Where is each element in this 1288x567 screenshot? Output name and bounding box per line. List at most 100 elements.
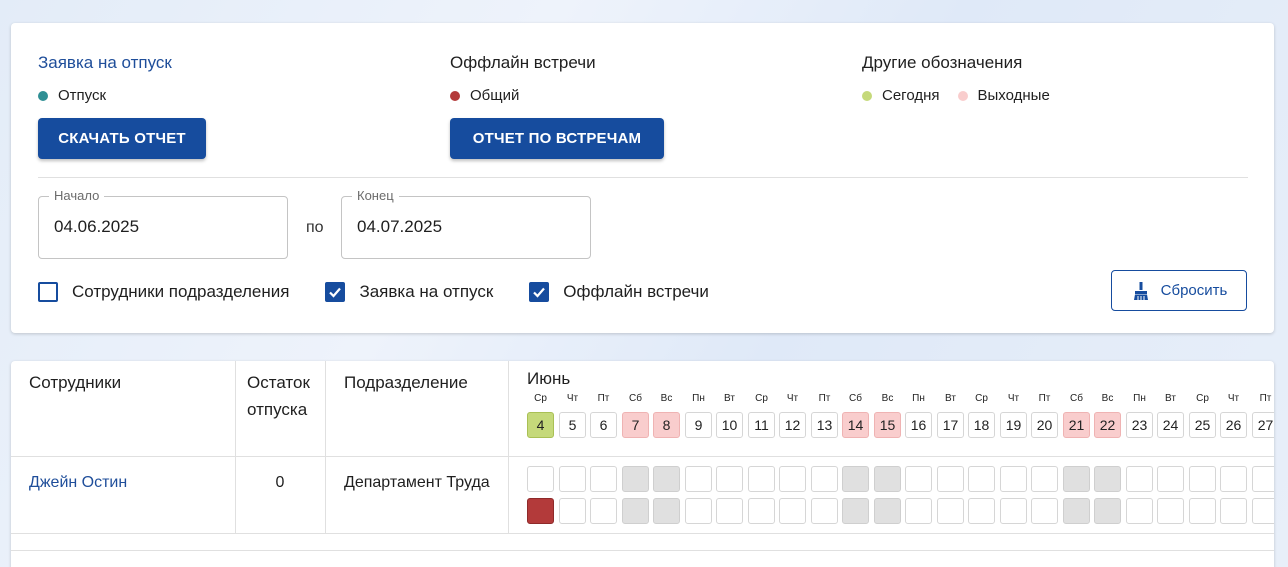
vacation-cell[interactable] — [1157, 466, 1184, 492]
vacation-cell[interactable] — [1031, 466, 1058, 492]
legend-vacation: Заявка на отпуск Отпуск — [38, 53, 172, 104]
meeting-cell[interactable] — [685, 498, 712, 524]
vacation-cell[interactable] — [811, 466, 838, 492]
day-number-cell: 14 — [842, 412, 869, 438]
vacation-cell[interactable] — [874, 466, 901, 492]
vacation-cell[interactable] — [590, 466, 617, 492]
vacation-cell[interactable] — [685, 466, 712, 492]
meeting-cell[interactable] — [1126, 498, 1153, 524]
reset-button[interactable]: Сбросить — [1111, 270, 1247, 311]
day-number-cell: 11 — [748, 412, 775, 438]
meeting-cell[interactable] — [527, 498, 554, 524]
meeting-cell[interactable] — [1220, 498, 1247, 524]
legend-other-title: Другие обозначения — [862, 53, 1023, 72]
legend-meetings: Оффлайн встречи Общий — [450, 53, 596, 104]
vacation-cell[interactable] — [1252, 466, 1274, 492]
vacation-cell[interactable] — [716, 466, 743, 492]
start-date-field[interactable]: Начало 04.06.2025 — [38, 188, 288, 259]
day-of-week-label: Пт — [597, 393, 610, 404]
vacation-cell[interactable] — [559, 466, 586, 492]
schedule-table: Сотрудники Остаток отпуска Подразделение… — [11, 361, 1274, 567]
column-divider — [508, 361, 509, 533]
vacation-cell[interactable] — [1126, 466, 1153, 492]
day-number-cell: 5 — [559, 412, 586, 438]
day-number-cell: 17 — [937, 412, 964, 438]
day-of-week-label: Пн — [1133, 393, 1146, 404]
meeting-cell[interactable] — [716, 498, 743, 524]
meeting-cell[interactable] — [811, 498, 838, 524]
today-dot-icon — [862, 90, 872, 101]
checkbox-checked-icon[interactable] — [529, 282, 550, 302]
legend-today-label: Сегодня — [882, 87, 940, 104]
start-date-value[interactable]: 04.06.2025 — [54, 217, 139, 237]
meeting-cell[interactable] — [559, 498, 586, 524]
day-of-week-label: Вт — [945, 393, 956, 404]
vacation-cell[interactable] — [748, 466, 775, 492]
day-of-week-label: Ср — [755, 393, 768, 404]
employee-name-link[interactable]: Джейн Остин — [29, 474, 127, 492]
vacation-dot-icon — [38, 90, 48, 101]
legend-vacation-title[interactable]: Заявка на отпуск — [38, 53, 172, 73]
vacation-cell[interactable] — [842, 466, 869, 492]
meeting-cell[interactable] — [653, 498, 680, 524]
meeting-cell[interactable] — [590, 498, 617, 524]
checkbox-unchecked-icon[interactable] — [38, 282, 58, 302]
day-of-week-label: Пт — [818, 393, 831, 404]
day-of-week-label: Чт — [786, 393, 799, 404]
day-of-week-label: Сб — [849, 393, 862, 404]
vacation-cell[interactable] — [1094, 466, 1121, 492]
filter-offline-meetings[interactable]: Оффлайн встречи — [529, 282, 709, 302]
header-rest-line2: отпуска — [247, 400, 308, 419]
meeting-cell[interactable] — [905, 498, 932, 524]
vacation-cell[interactable] — [653, 466, 680, 492]
filter-label: Заявка на отпуск — [359, 282, 494, 301]
day-number-cell: 19 — [1000, 412, 1027, 438]
meeting-cell[interactable] — [1252, 498, 1274, 524]
end-date-field[interactable]: Конец 04.07.2025 — [341, 188, 591, 259]
day-of-week-label: Пт — [1038, 393, 1051, 404]
meeting-cell[interactable] — [1031, 498, 1058, 524]
filter-checkboxes: Сотрудники подразделения Заявка на отпус… — [38, 282, 745, 302]
meeting-cell[interactable] — [1000, 498, 1027, 524]
meeting-cell[interactable] — [1189, 498, 1216, 524]
vacation-cell[interactable] — [968, 466, 995, 492]
day-of-week-label: Вт — [724, 393, 735, 404]
checkbox-checked-icon[interactable] — [325, 282, 346, 302]
day-number-cell: 15 — [874, 412, 901, 438]
legend-vacation-label: Отпуск — [58, 87, 107, 104]
end-date-value[interactable]: 04.07.2025 — [357, 217, 442, 237]
end-date-label: Конец — [352, 188, 399, 203]
vacation-cell[interactable] — [1063, 466, 1090, 492]
column-divider — [325, 361, 326, 533]
meeting-cell[interactable] — [1157, 498, 1184, 524]
filter-panel: Заявка на отпуск Отпуск Оффлайн встречи … — [11, 23, 1274, 333]
vacation-cell[interactable] — [1000, 466, 1027, 492]
day-of-week-label: Ср — [1196, 393, 1209, 404]
vacation-cell[interactable] — [527, 466, 554, 492]
header-rest: Остаток отпуска — [247, 369, 310, 423]
meeting-cell[interactable] — [968, 498, 995, 524]
vacation-cell[interactable] — [905, 466, 932, 492]
meetings-report-button[interactable]: ОТЧЕТ ПО ВСТРЕЧАМ — [450, 118, 664, 159]
vacation-cell[interactable] — [937, 466, 964, 492]
meeting-cell[interactable] — [748, 498, 775, 524]
vacation-cell[interactable] — [1189, 466, 1216, 492]
meeting-cell[interactable] — [1094, 498, 1121, 524]
header-employees: Сотрудники — [29, 373, 122, 392]
day-number-cell: 13 — [811, 412, 838, 438]
filter-vacation-requests[interactable]: Заявка на отпуск — [325, 282, 493, 302]
vacation-cell[interactable] — [622, 466, 649, 492]
day-of-week-label: Пн — [912, 393, 925, 404]
meeting-cell[interactable] — [937, 498, 964, 524]
meeting-cell[interactable] — [622, 498, 649, 524]
meeting-cell[interactable] — [779, 498, 806, 524]
meeting-cell[interactable] — [1063, 498, 1090, 524]
legend-weekend-label: Выходные — [977, 87, 1050, 104]
filter-department-employees[interactable]: Сотрудники подразделения — [38, 282, 289, 302]
vacation-cell[interactable] — [779, 466, 806, 492]
meeting-cell[interactable] — [842, 498, 869, 524]
meeting-dot-icon — [450, 90, 460, 101]
download-report-button[interactable]: СКАЧАТЬ ОТЧЕТ — [38, 118, 206, 159]
meeting-cell[interactable] — [874, 498, 901, 524]
vacation-cell[interactable] — [1220, 466, 1247, 492]
